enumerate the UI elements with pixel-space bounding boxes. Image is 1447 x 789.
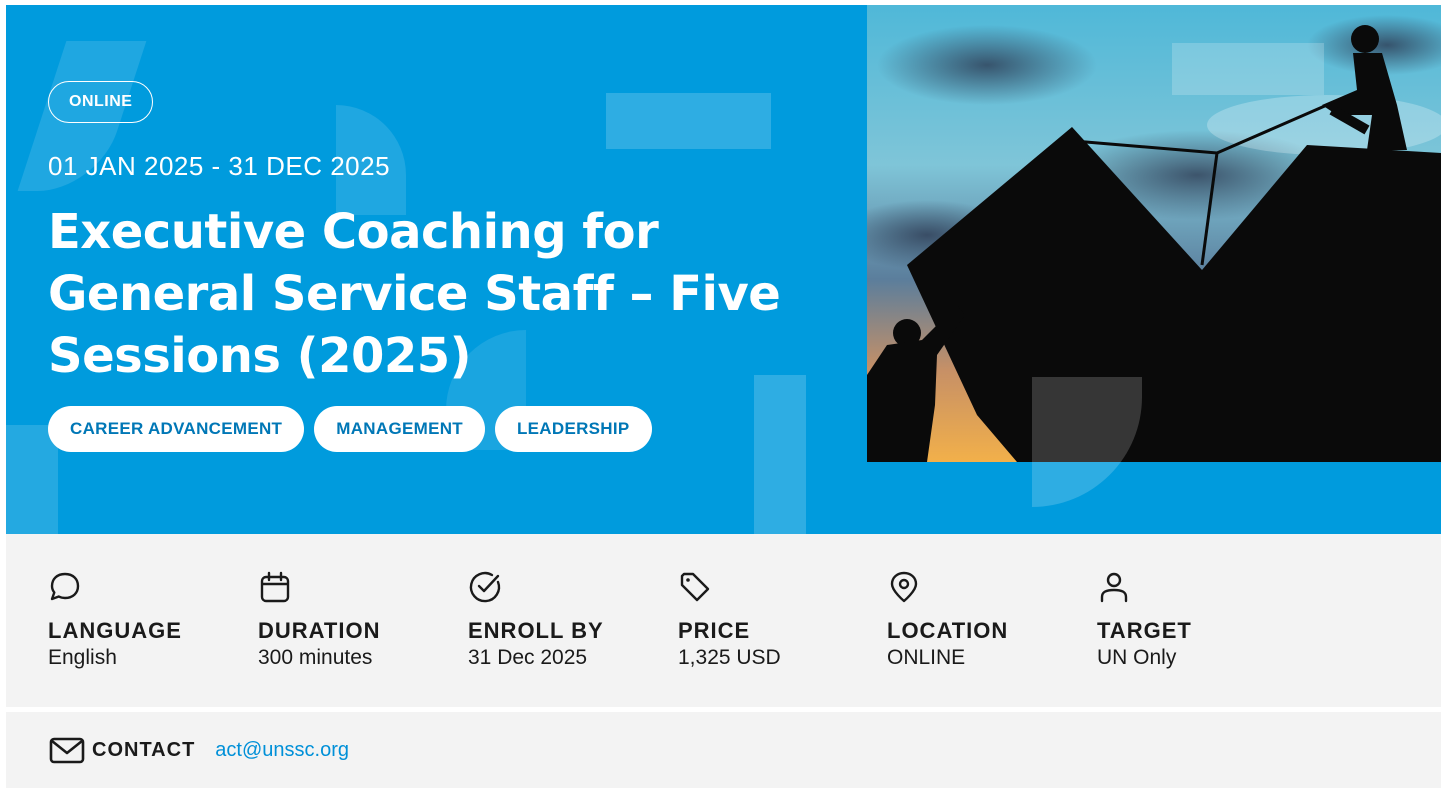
chat-bubble-icon xyxy=(50,572,80,601)
detail-enroll-by: ENROLL BY 31 Dec 2025 xyxy=(468,570,668,670)
detail-price: PRICE 1,325 USD xyxy=(678,570,878,670)
detail-label: DURATION xyxy=(258,618,381,643)
detail-target: TARGET UN Only xyxy=(1097,570,1297,670)
course-dates: 01 JAN 2025 - 31 DEC 2025 xyxy=(48,151,391,181)
contact-bar: CONTACT act@unssc.org xyxy=(6,712,1441,788)
detail-value: 300 minutes xyxy=(258,646,373,669)
hero-photo-svg xyxy=(867,5,1441,462)
detail-label: ENROLL BY xyxy=(468,618,604,643)
detail-label: LOCATION xyxy=(887,618,1009,643)
check-circle-icon xyxy=(469,571,501,603)
decorative-shape xyxy=(1032,377,1142,507)
detail-duration: DURATION 300 minutes xyxy=(258,570,458,670)
tag-leadership[interactable]: LEADERSHIP xyxy=(494,406,652,452)
course-page: ONLINE 01 JAN 2025 - 31 DEC 2025 Executi… xyxy=(0,0,1447,789)
detail-value: English xyxy=(48,646,117,669)
detail-label: TARGET xyxy=(1097,618,1192,643)
course-details: LANGUAGE English DURATION 300 minutes EN… xyxy=(6,534,1441,707)
topic-tags: CAREER ADVANCEMENT MANAGEMENT LEADERSHIP xyxy=(48,406,652,452)
detail-label: LANGUAGE xyxy=(48,618,182,643)
teamwork-silhouette-image xyxy=(867,5,1441,462)
contact-email-link[interactable]: act@unssc.org xyxy=(215,739,349,762)
detail-language: LANGUAGE English xyxy=(48,570,248,670)
detail-label: PRICE xyxy=(678,618,751,643)
location-pin-icon xyxy=(890,571,918,603)
detail-value: UN Only xyxy=(1097,646,1177,669)
tag-career-advancement[interactable]: CAREER ADVANCEMENT xyxy=(48,406,305,452)
decorative-shape xyxy=(606,93,771,149)
detail-location: LOCATION ONLINE xyxy=(887,570,1087,670)
course-title: Executive Coaching for General Service S… xyxy=(48,204,781,384)
price-tag-icon xyxy=(680,572,710,602)
user-icon xyxy=(1100,572,1128,603)
detail-value: 31 Dec 2025 xyxy=(468,646,588,669)
detail-value: 1,325 USD xyxy=(678,646,781,669)
detail-value: ONLINE xyxy=(887,646,966,669)
calendar-icon xyxy=(260,571,290,603)
course-hero: ONLINE 01 JAN 2025 - 31 DEC 2025 Executi… xyxy=(6,5,1441,534)
tag-management[interactable]: MANAGEMENT xyxy=(314,406,485,452)
mail-icon xyxy=(49,737,85,764)
contact-label: CONTACT xyxy=(92,738,196,761)
delivery-mode-badge: ONLINE xyxy=(48,81,154,123)
decorative-shape xyxy=(754,375,806,534)
